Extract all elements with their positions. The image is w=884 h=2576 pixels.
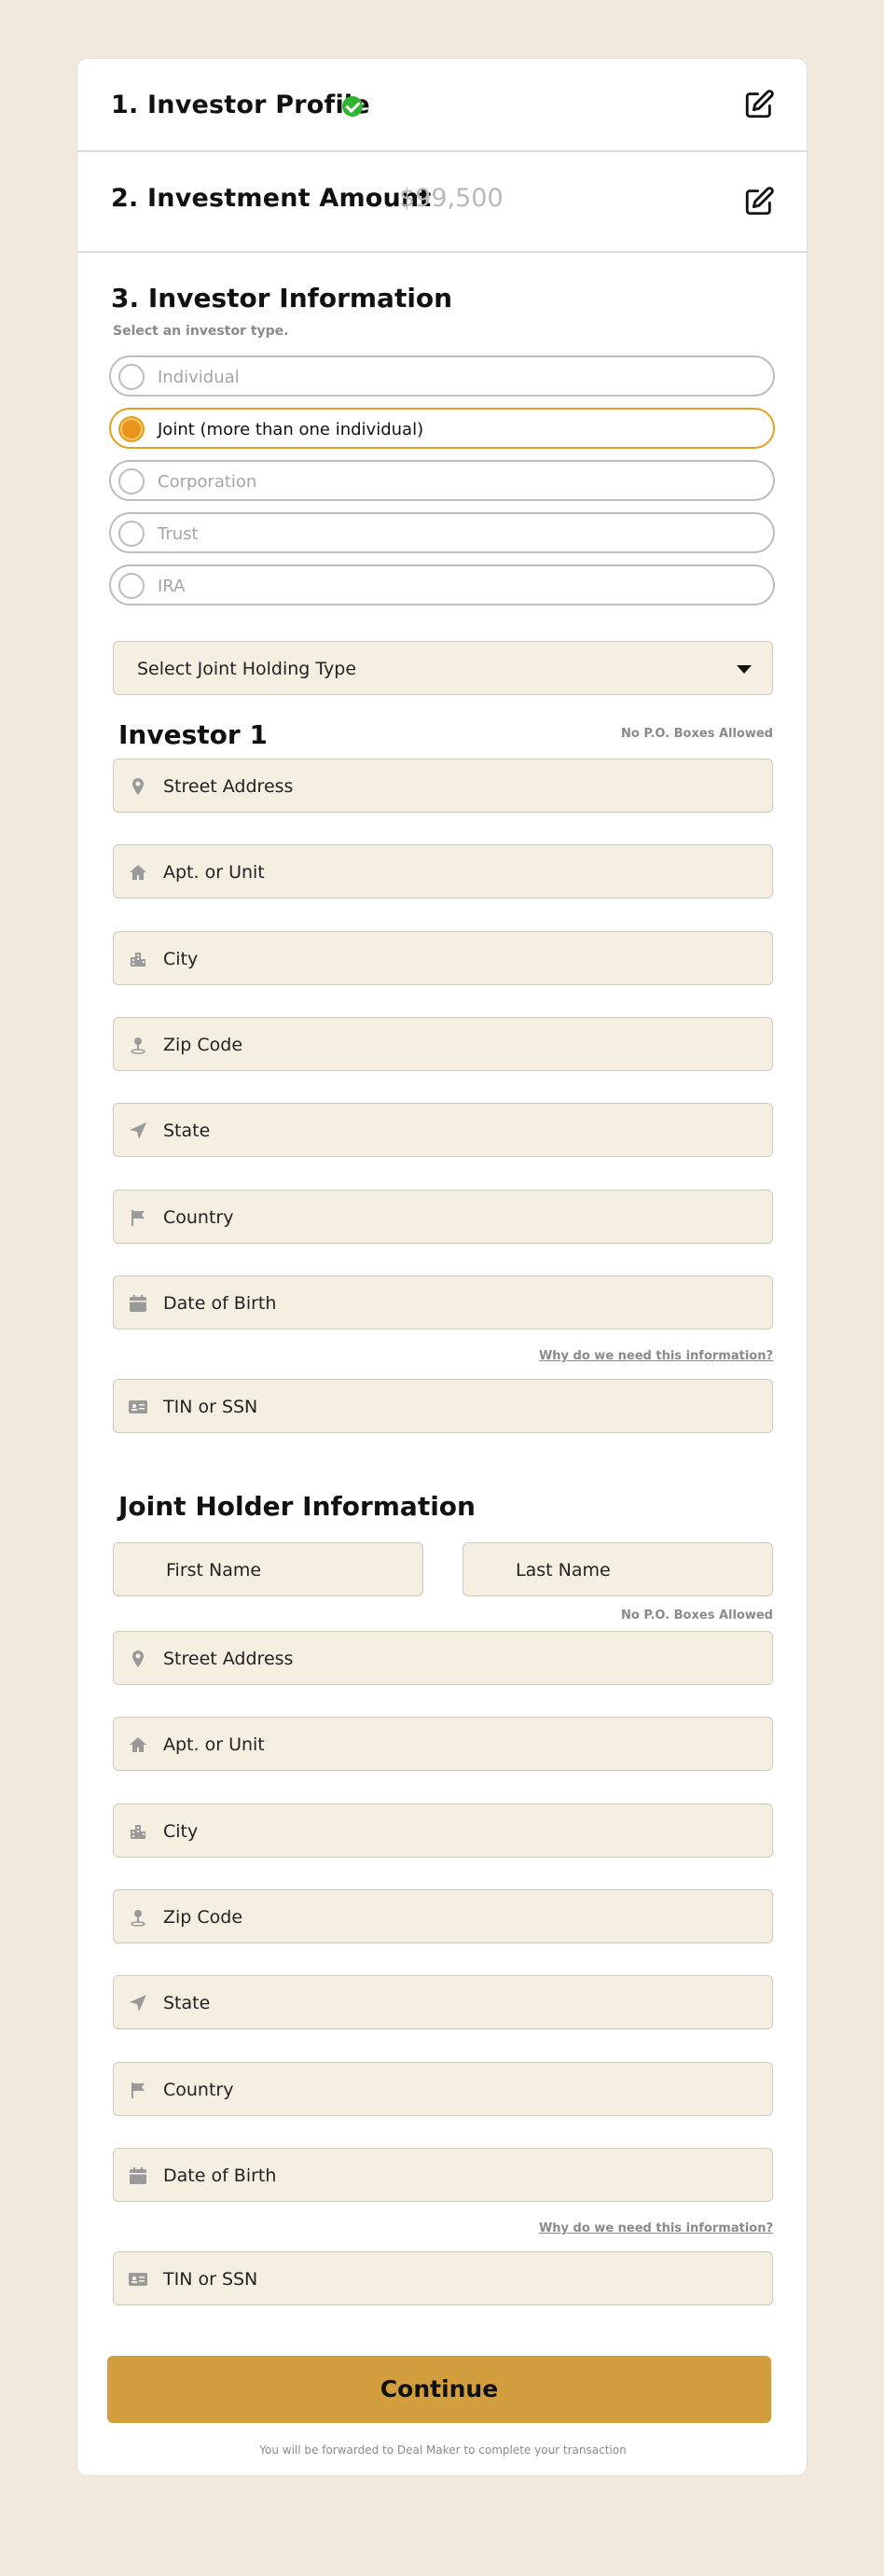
- investor1-apt-field[interactable]: Apt. or Unit: [113, 844, 773, 898]
- joint-country-field[interactable]: Country: [113, 2062, 773, 2116]
- field-placeholder: Date of Birth: [163, 1293, 277, 1314]
- flag-icon: [131, 2082, 145, 2098]
- step-title-investor-profile: 1. Investor Profile: [111, 91, 370, 119]
- home-icon: [130, 865, 146, 880]
- investor1-tin-field[interactable]: TIN or SSN: [113, 1379, 773, 1433]
- joint-zip-field[interactable]: Zip Code: [113, 1889, 773, 1943]
- po-box-note: No P.O. Boxes Allowed: [621, 727, 773, 741]
- navigation-arrow-icon: [130, 1122, 146, 1139]
- field-placeholder: First Name: [166, 1560, 262, 1580]
- field-placeholder: Street Address: [163, 776, 294, 797]
- investor1-country-field[interactable]: Country: [113, 1190, 773, 1244]
- investor1-dob-field[interactable]: Date of Birth: [113, 1275, 773, 1330]
- joint-street-address-field[interactable]: Street Address: [113, 1631, 773, 1685]
- id-card-icon: [129, 1400, 147, 1413]
- radio-circle-icon: [118, 573, 145, 599]
- field-placeholder: Country: [163, 2080, 234, 2100]
- joint-city-field[interactable]: City: [113, 1803, 773, 1858]
- flag-icon: [131, 1210, 145, 1226]
- investor-type-corporation[interactable]: Corporation: [109, 460, 775, 501]
- why-info-link[interactable]: Why do we need this information?: [539, 1349, 773, 1363]
- investor1-city-field[interactable]: City: [113, 931, 773, 985]
- id-card-icon: [129, 2273, 147, 2286]
- step-title-investor-information: 3. Investor Information: [111, 283, 453, 313]
- edit-icon[interactable]: [743, 89, 775, 120]
- field-placeholder: Apt. or Unit: [163, 1734, 265, 1755]
- joint-apt-field[interactable]: Apt. or Unit: [113, 1717, 773, 1771]
- investment-form-card: 1. Investor Profile 2. Investment Amount…: [76, 58, 808, 2476]
- field-placeholder: TIN or SSN: [163, 2269, 258, 2290]
- field-placeholder: Last Name: [516, 1560, 611, 1580]
- investor-type-label: Individual: [158, 368, 240, 387]
- edit-icon[interactable]: [743, 186, 775, 217]
- map-pin-icon: [132, 778, 144, 795]
- investor1-street-address-field[interactable]: Street Address: [113, 759, 773, 813]
- radio-circle-icon: [118, 364, 145, 390]
- investor-type-joint[interactable]: Joint (more than one individual): [109, 408, 775, 449]
- map-pin-icon: [132, 1650, 144, 1667]
- step-investment-amount: 2. Investment Amount $99,500: [77, 152, 807, 253]
- investor-type-label: Trust: [158, 524, 199, 544]
- step-investor-profile: 1. Investor Profile: [77, 59, 807, 152]
- investor1-zip-field[interactable]: Zip Code: [113, 1017, 773, 1071]
- city-buildings-icon: [131, 1825, 145, 1839]
- home-icon: [130, 1737, 146, 1752]
- joint-holder-title: Joint Holder Information: [118, 1491, 476, 1522]
- navigation-arrow-icon: [130, 1995, 146, 2012]
- field-placeholder: City: [163, 1821, 199, 1842]
- field-placeholder: TIN or SSN: [163, 1397, 258, 1417]
- field-placeholder: Date of Birth: [163, 2165, 277, 2186]
- joint-first-name-field[interactable]: First Name: [113, 1542, 423, 1596]
- radio-circle-icon: [118, 468, 145, 494]
- joint-tin-field[interactable]: TIN or SSN: [113, 2251, 773, 2305]
- check-circle-icon: [342, 96, 363, 117]
- location-marker-icon: [131, 1037, 145, 1054]
- investor-type-label: IRA: [158, 577, 186, 596]
- city-buildings-icon: [131, 953, 145, 967]
- investor1-state-field[interactable]: State: [113, 1103, 773, 1157]
- calendar-icon: [130, 1295, 146, 1312]
- investor-type-trust[interactable]: Trust: [109, 512, 775, 553]
- field-placeholder: State: [163, 1993, 211, 2013]
- caret-down-icon: [737, 665, 752, 674]
- forwarding-note: You will be forwarded to Deal Maker to c…: [259, 2444, 627, 2457]
- joint-state-field[interactable]: State: [113, 1975, 773, 2029]
- field-placeholder: Zip Code: [163, 1907, 243, 1928]
- field-placeholder: Apt. or Unit: [163, 862, 265, 883]
- radio-circle-icon: [118, 521, 145, 547]
- investor-type-individual[interactable]: Individual: [109, 355, 775, 397]
- investor-type-ira[interactable]: IRA: [109, 564, 775, 606]
- field-placeholder: Zip Code: [163, 1035, 243, 1055]
- calendar-icon: [130, 2167, 146, 2184]
- joint-last-name-field[interactable]: Last Name: [463, 1542, 773, 1596]
- joint-dob-field[interactable]: Date of Birth: [113, 2148, 773, 2202]
- field-placeholder: Street Address: [163, 1649, 294, 1669]
- po-box-note: No P.O. Boxes Allowed: [621, 1608, 773, 1622]
- investment-amount-value: $99,500: [399, 184, 504, 213]
- investor-1-title: Investor 1: [118, 719, 268, 750]
- field-placeholder: City: [163, 949, 199, 969]
- investor-type-label: Joint (more than one individual): [158, 420, 424, 439]
- investor-type-hint: Select an investor type.: [113, 324, 289, 339]
- continue-button[interactable]: Continue: [107, 2356, 771, 2423]
- why-info-link[interactable]: Why do we need this information?: [539, 2221, 773, 2235]
- joint-holding-type-placeholder: Select Joint Holding Type: [137, 659, 357, 679]
- field-placeholder: State: [163, 1121, 211, 1141]
- field-placeholder: Country: [163, 1207, 234, 1228]
- radio-selected-icon: [118, 416, 145, 442]
- step-title-investment-amount: 2. Investment Amount: [111, 184, 432, 213]
- location-marker-icon: [131, 1910, 145, 1927]
- joint-holding-type-select[interactable]: Select Joint Holding Type: [113, 641, 773, 695]
- investor-type-label: Corporation: [158, 472, 257, 492]
